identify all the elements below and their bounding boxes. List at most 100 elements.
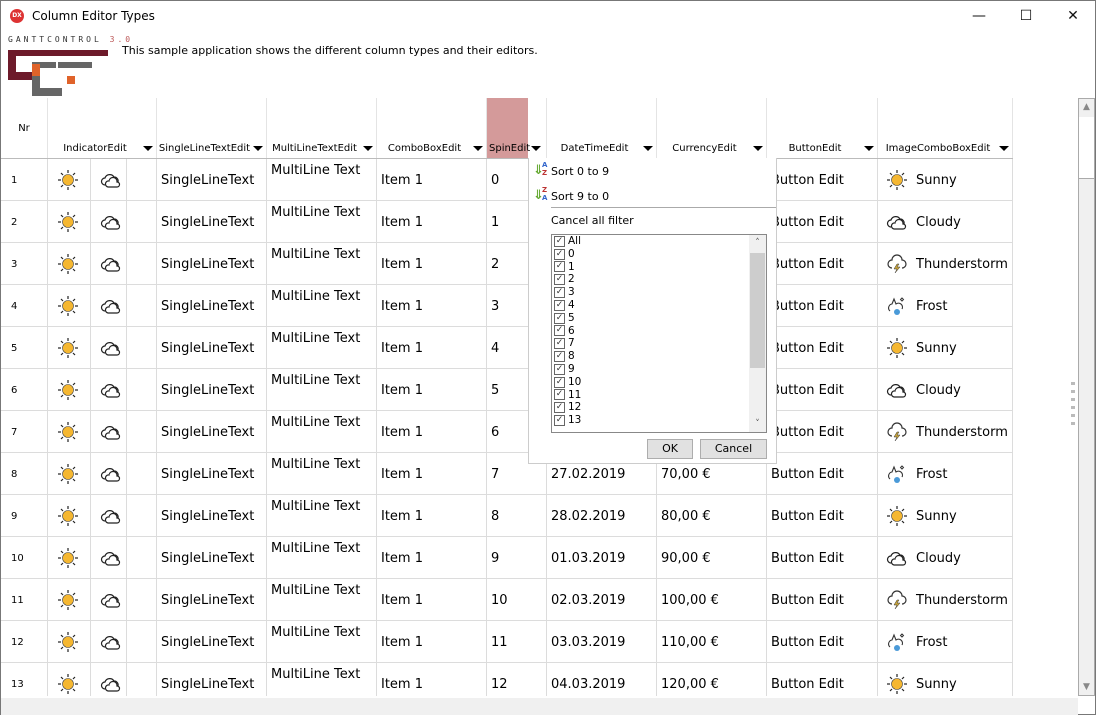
- table-row[interactable]: 3 SingleLineText MultiLine Text Item 1 2 Butt…: [1, 243, 1013, 285]
- cell-combo[interactable]: Item 1: [377, 453, 487, 495]
- cell-combo[interactable]: Item 1: [377, 159, 487, 201]
- close-button[interactable]: ✕: [1058, 5, 1088, 27]
- cell-ind3[interactable]: [127, 663, 157, 696]
- filter-value-list[interactable]: ✓ All ✓ 0 ✓ 1 ✓ 2 ✓ 3 ✓ 4 ✓ 5 ✓ 6 ✓ 7 ✓ 8 ✓ 9 ✓ 10 ✓ 11 ✓ 12 ✓ 13 ˄ ˅: [551, 234, 767, 433]
- cell-combo[interactable]: Item 1: [377, 327, 487, 369]
- cell-single[interactable]: SingleLineText: [157, 411, 267, 453]
- cell-combo[interactable]: Item 1: [377, 411, 487, 453]
- table-row[interactable]: 9 SingleLineText MultiLine Text Item 1 8 28.0…: [1, 495, 1013, 537]
- filter-item[interactable]: ✓ 0: [552, 248, 766, 261]
- cell-combo[interactable]: Item 1: [377, 663, 487, 696]
- checkbox-checked-icon[interactable]: ✓: [554, 261, 565, 273]
- cell-image[interactable]: Cloudy: [878, 537, 1013, 579]
- table-row[interactable]: 1 SingleLineText MultiLine Text Item 1 0 Butt…: [1, 159, 1013, 201]
- cell-ind3[interactable]: [127, 453, 157, 495]
- cell-button[interactable]: Button Edit: [767, 579, 878, 621]
- cell-multi[interactable]: MultiLine Text: [267, 495, 377, 537]
- cell-image[interactable]: Sunny: [878, 159, 1013, 201]
- scroll-down-icon[interactable]: ▼: [1079, 679, 1094, 695]
- cell-ind1[interactable]: [48, 621, 91, 663]
- cell-combo[interactable]: Item 1: [377, 621, 487, 663]
- filter-item[interactable]: ✓ 3: [552, 286, 766, 299]
- cell-ind2[interactable]: [91, 537, 127, 579]
- cell-ind3[interactable]: [127, 327, 157, 369]
- table-row[interactable]: 8 SingleLineText MultiLine Text Item 1 7 27.0…: [1, 453, 1013, 495]
- cell-multi[interactable]: MultiLine Text: [267, 201, 377, 243]
- cell-button[interactable]: Button Edit: [767, 621, 878, 663]
- header-date-time[interactable]: DateTimeEdit: [547, 98, 657, 158]
- cell-button[interactable]: Button Edit: [767, 243, 878, 285]
- filter-item[interactable]: ✓ 10: [552, 376, 766, 389]
- table-row[interactable]: 7 SingleLineText MultiLine Text Item 1 6 Butt…: [1, 411, 1013, 453]
- filter-item[interactable]: ✓ 6: [552, 325, 766, 338]
- header-currency[interactable]: CurrencyEdit: [657, 98, 767, 158]
- horizontal-scrollbar[interactable]: [1, 698, 1078, 715]
- filter-dropdown-icon[interactable]: [999, 146, 1009, 151]
- cell-button[interactable]: Button Edit: [767, 201, 878, 243]
- cell-single[interactable]: SingleLineText: [157, 453, 267, 495]
- cell-image[interactable]: Thunderstorm: [878, 579, 1013, 621]
- cell-single[interactable]: SingleLineText: [157, 369, 267, 411]
- checkbox-checked-icon[interactable]: ✓: [554, 274, 565, 286]
- cell-date[interactable]: 28.02.2019: [547, 495, 657, 537]
- cell-button[interactable]: Button Edit: [767, 453, 878, 495]
- checkbox-checked-icon[interactable]: ✓: [554, 415, 565, 427]
- cell-ind1[interactable]: [48, 453, 91, 495]
- cell-spin[interactable]: 12: [487, 663, 547, 696]
- filter-item[interactable]: ✓ 11: [552, 389, 766, 402]
- cell-ind2[interactable]: [91, 411, 127, 453]
- filter-dropdown-icon[interactable]: [253, 146, 263, 151]
- cell-multi[interactable]: MultiLine Text: [267, 243, 377, 285]
- filter-item[interactable]: ✓ 8: [552, 350, 766, 363]
- cell-spin[interactable]: 9: [487, 537, 547, 579]
- cell-image[interactable]: Thunderstorm: [878, 243, 1013, 285]
- filter-item[interactable]: ✓ All: [552, 235, 766, 248]
- cell-ind2[interactable]: [91, 663, 127, 696]
- scroll-down-icon[interactable]: ˅: [749, 416, 766, 432]
- cancel-button[interactable]: Cancel: [700, 439, 767, 459]
- header-combo-box[interactable]: ComboBoxEdit: [377, 98, 487, 158]
- header-button-edit[interactable]: ButtonEdit: [767, 98, 878, 158]
- cell-single[interactable]: SingleLineText: [157, 159, 267, 201]
- cell-ind1[interactable]: [48, 369, 91, 411]
- cell-multi[interactable]: MultiLine Text: [267, 663, 377, 696]
- filter-item[interactable]: ✓ 5: [552, 312, 766, 325]
- cell-single[interactable]: SingleLineText: [157, 663, 267, 696]
- cell-ind3[interactable]: [127, 495, 157, 537]
- cell-combo[interactable]: Item 1: [377, 579, 487, 621]
- cell-ind3[interactable]: [127, 621, 157, 663]
- cell-ind3[interactable]: [127, 411, 157, 453]
- checkbox-checked-icon[interactable]: ✓: [554, 248, 565, 260]
- checkbox-checked-icon[interactable]: ✓: [554, 363, 565, 375]
- cell-image[interactable]: Cloudy: [878, 201, 1013, 243]
- cell-date[interactable]: 04.03.2019: [547, 663, 657, 696]
- cell-ind2[interactable]: [91, 621, 127, 663]
- header-single-line[interactable]: SingleLineTextEdit: [157, 98, 267, 158]
- cell-button[interactable]: Button Edit: [767, 327, 878, 369]
- cell-image[interactable]: Thunderstorm: [878, 411, 1013, 453]
- table-row[interactable]: 6 SingleLineText MultiLine Text Item 1 5 Butt…: [1, 369, 1013, 411]
- cell-multi[interactable]: MultiLine Text: [267, 327, 377, 369]
- header-indicator-edit[interactable]: IndicatorEdit: [48, 98, 157, 158]
- cell-ind2[interactable]: [91, 369, 127, 411]
- cell-ind2[interactable]: [91, 243, 127, 285]
- cell-currency[interactable]: 110,00 €: [657, 621, 767, 663]
- cell-date[interactable]: 02.03.2019: [547, 579, 657, 621]
- cell-multi[interactable]: MultiLine Text: [267, 369, 377, 411]
- cell-spin[interactable]: 11: [487, 621, 547, 663]
- splitter-grip[interactable]: [1071, 382, 1075, 428]
- scroll-thumb[interactable]: [750, 253, 765, 368]
- list-scrollbar[interactable]: ˄ ˅: [749, 235, 766, 432]
- cell-ind3[interactable]: [127, 369, 157, 411]
- header-nr[interactable]: Nr: [1, 98, 48, 158]
- cell-image[interactable]: Sunny: [878, 327, 1013, 369]
- ok-button[interactable]: OK: [647, 439, 693, 459]
- cell-single[interactable]: SingleLineText: [157, 579, 267, 621]
- cell-ind2[interactable]: [91, 453, 127, 495]
- cell-date[interactable]: 01.03.2019: [547, 537, 657, 579]
- filter-item[interactable]: ✓ 9: [552, 363, 766, 376]
- cell-multi[interactable]: MultiLine Text: [267, 621, 377, 663]
- cell-multi[interactable]: MultiLine Text: [267, 453, 377, 495]
- table-row[interactable]: 5 SingleLineText MultiLine Text Item 1 4 Butt…: [1, 327, 1013, 369]
- cell-ind2[interactable]: [91, 159, 127, 201]
